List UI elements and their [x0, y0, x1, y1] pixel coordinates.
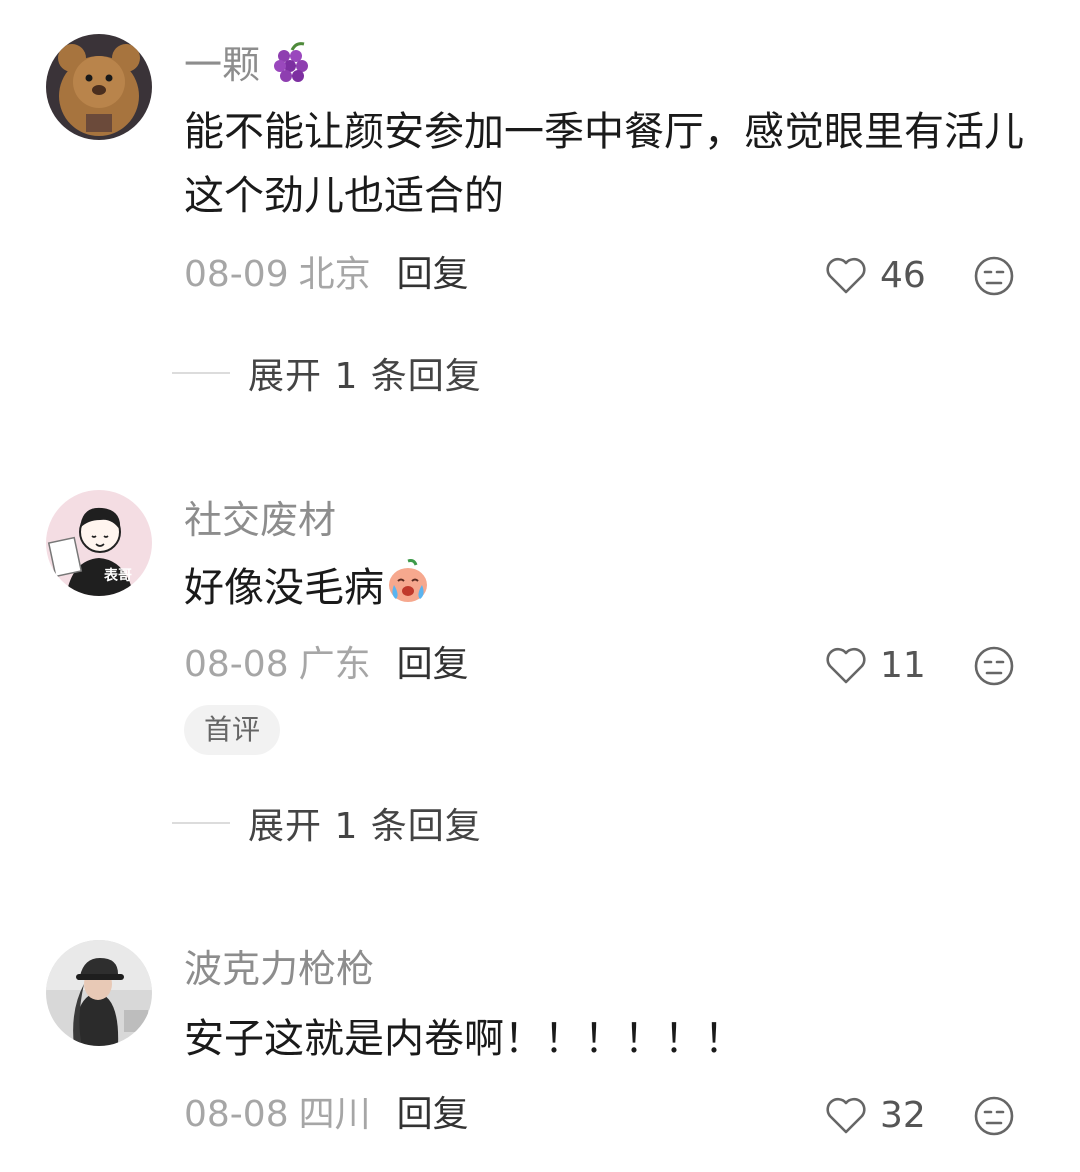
like-button[interactable]: 46	[824, 253, 926, 297]
heart-icon	[826, 647, 866, 684]
comment-meta: 08-08 四川 回复	[184, 1093, 469, 1137]
comment-date: 08-08	[184, 1094, 289, 1135]
divider-line	[172, 822, 230, 824]
like-button[interactable]: 11	[824, 643, 926, 687]
comment-text: 能不能让颜安参加一季中餐厅，感觉眼里有活儿这个劲儿也适合的	[184, 109, 1024, 219]
avatar-text: 表哥	[103, 567, 132, 584]
reply-button[interactable]: 回复	[397, 644, 469, 685]
crying-laughing-icon	[384, 557, 432, 624]
comment-meta: 08-09 北京 回复	[184, 253, 469, 297]
comment-text: 好像没毛病	[184, 556, 1034, 624]
expand-replies-label: 展开 1 条回复	[248, 806, 482, 847]
avatar[interactable]	[46, 34, 152, 140]
comment-date: 08-09	[184, 254, 289, 295]
like-count: 46	[880, 254, 926, 296]
comment-meta: 08-08 广东 回复	[184, 643, 469, 687]
neutral-face-icon	[974, 646, 1014, 686]
comment-location: 广东	[298, 644, 371, 685]
dislike-button[interactable]	[972, 254, 1016, 298]
comment-text: 安子这就是内卷啊！！！！！！	[184, 1016, 744, 1062]
username[interactable]: 波克力枪枪	[184, 945, 374, 993]
like-count: 32	[880, 1094, 926, 1136]
heart-icon	[826, 257, 866, 294]
dislike-button[interactable]	[972, 1094, 1016, 1138]
reply-button[interactable]: 回复	[397, 254, 469, 295]
comment-location: 四川	[298, 1094, 371, 1135]
neutral-face-icon	[974, 1096, 1014, 1136]
dislike-button[interactable]	[972, 644, 1016, 688]
username[interactable]: 社交废材	[184, 496, 336, 544]
first-comment-badge: 首评	[184, 705, 281, 755]
avatar[interactable]	[46, 940, 152, 1046]
like-button[interactable]: 32	[824, 1093, 926, 1137]
avatar[interactable]: 表哥	[46, 490, 152, 596]
heart-icon	[826, 1097, 866, 1134]
comment-location: 北京	[298, 254, 371, 295]
neutral-face-icon	[974, 256, 1014, 296]
expand-replies-button[interactable]: 展开 1 条回复	[172, 351, 482, 397]
reply-button[interactable]: 回复	[397, 1094, 469, 1135]
comment-date: 08-08	[184, 644, 289, 685]
divider-line	[172, 372, 230, 374]
expand-replies-label: 展开 1 条回复	[248, 356, 482, 397]
like-count: 11	[880, 644, 926, 686]
grapes-icon	[272, 40, 312, 95]
expand-replies-button[interactable]: 展开 1 条回复	[172, 801, 482, 847]
username[interactable]: 一颗	[184, 40, 312, 95]
